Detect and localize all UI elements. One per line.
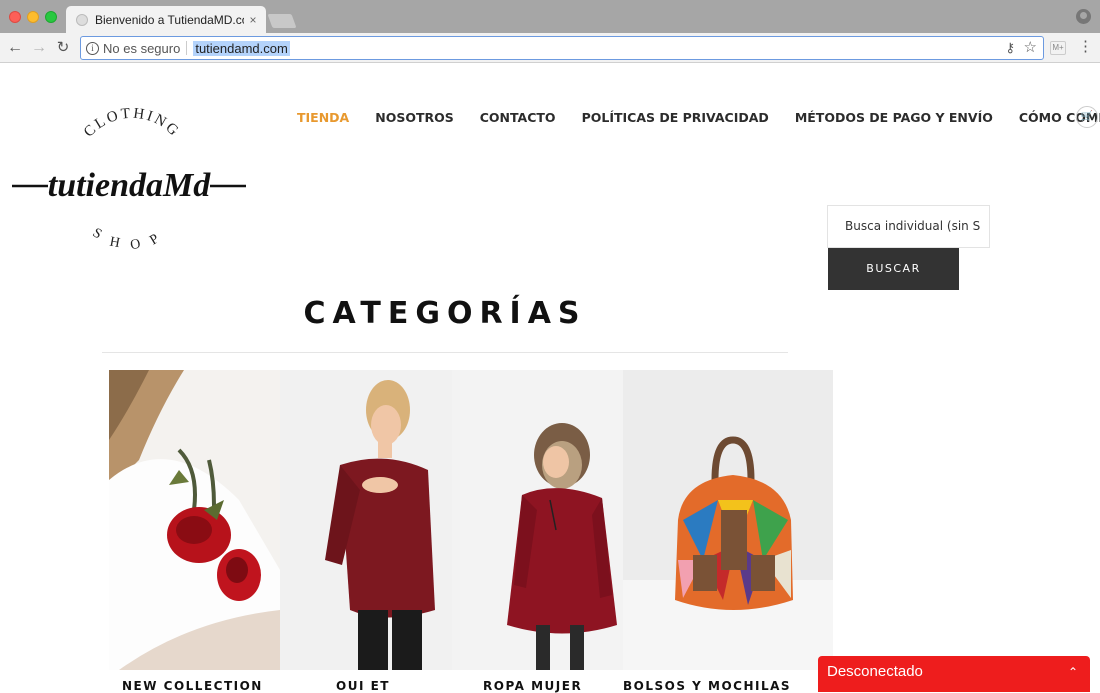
nav-item-políticas-de-privacidad[interactable]: POLÍTICAS DE PRIVACIDAD <box>582 110 769 125</box>
category-image-new-collection[interactable] <box>109 370 280 670</box>
divider <box>102 352 788 353</box>
divider <box>186 41 188 55</box>
browser-menu-icon[interactable]: ⋮ <box>1078 39 1093 55</box>
tab-title: Bienvenido a TutiendaMD.com <box>95 12 244 27</box>
site-logo[interactable]: CLOTHING tutiendaMd SHOP <box>10 106 250 268</box>
close-window-button[interactable] <box>9 11 21 23</box>
back-arrow-icon[interactable]: ← <box>5 38 25 58</box>
key-icon[interactable]: ⚷ <box>1005 40 1015 56</box>
browser-tab[interactable]: Bienvenido a TutiendaMD.com × <box>66 6 266 33</box>
browser-toolbar: ← → ↻ i No es seguro tutiendamd.com ⚷ ☆ … <box>0 33 1100 63</box>
security-label: No es seguro <box>103 40 181 56</box>
cart-icon[interactable]: 🛒 <box>1076 106 1098 128</box>
search-input[interactable]: Busca individual (sin S <box>827 205 990 248</box>
logo-top-text: CLOTHING <box>81 106 181 141</box>
category-label[interactable]: NEW COLLECTION <box>122 679 263 693</box>
maximize-window-button[interactable] <box>45 11 57 23</box>
nav-item-tienda[interactable]: TIENDA <box>297 110 349 125</box>
info-icon[interactable]: i <box>86 41 99 55</box>
nav-item-nosotros[interactable]: NOSOTROS <box>375 110 454 125</box>
category-image-ropa-mujer[interactable] <box>452 370 623 670</box>
chevron-up-icon[interactable]: ⌃ <box>1068 656 1078 688</box>
category-label[interactable]: ROPA MUJER <box>483 679 582 693</box>
svg-text:SHOP: SHOP <box>90 226 172 254</box>
nav-item-métodos-de-pago-y-envío[interactable]: MÉTODOS DE PAGO Y ENVÍO <box>795 110 993 125</box>
address-bar[interactable]: i No es seguro tutiendamd.com ⚷ ☆ <box>80 36 1044 60</box>
logo-bottom-text: SHOP <box>90 226 160 254</box>
chat-status: Desconectado <box>827 663 923 680</box>
category-label[interactable]: BOLSOS Y MOCHILAS <box>623 679 791 693</box>
category-label[interactable]: OUI ET <box>336 679 390 693</box>
main-nav: TIENDA NOSOTROS CONTACTO POLÍTICAS DE PRIVA… <box>297 110 1100 125</box>
category-image-bolsos-mochilas[interactable] <box>623 370 833 670</box>
favicon-icon <box>76 13 88 26</box>
logo-main-text: tutiendaMd <box>48 167 211 204</box>
bookmark-star-icon[interactable]: ☆ <box>1024 38 1037 56</box>
reload-icon[interactable]: ↻ <box>53 38 73 58</box>
new-tab-button[interactable] <box>267 14 297 28</box>
chat-widget[interactable]: Desconectado ⌃ <box>818 656 1090 692</box>
category-image-oui-et[interactable] <box>280 370 452 670</box>
forward-arrow-icon[interactable]: → <box>29 38 49 58</box>
tab-close-icon[interactable]: × <box>244 13 262 27</box>
browser-tab-bar: Bienvenido a TutiendaMD.com × <box>0 0 1100 33</box>
nav-item-contacto[interactable]: CONTACTO <box>480 110 556 125</box>
extension-icon[interactable]: M+ <box>1050 41 1066 55</box>
minimize-window-button[interactable] <box>27 11 39 23</box>
page-title: CATEGORÍAS <box>303 296 587 331</box>
svg-text:CLOTHING: CLOTHING <box>81 108 183 141</box>
search-button[interactable]: BUSCAR <box>828 248 959 290</box>
profile-icon[interactable] <box>1076 9 1091 24</box>
url-text[interactable]: tutiendamd.com <box>193 40 290 56</box>
